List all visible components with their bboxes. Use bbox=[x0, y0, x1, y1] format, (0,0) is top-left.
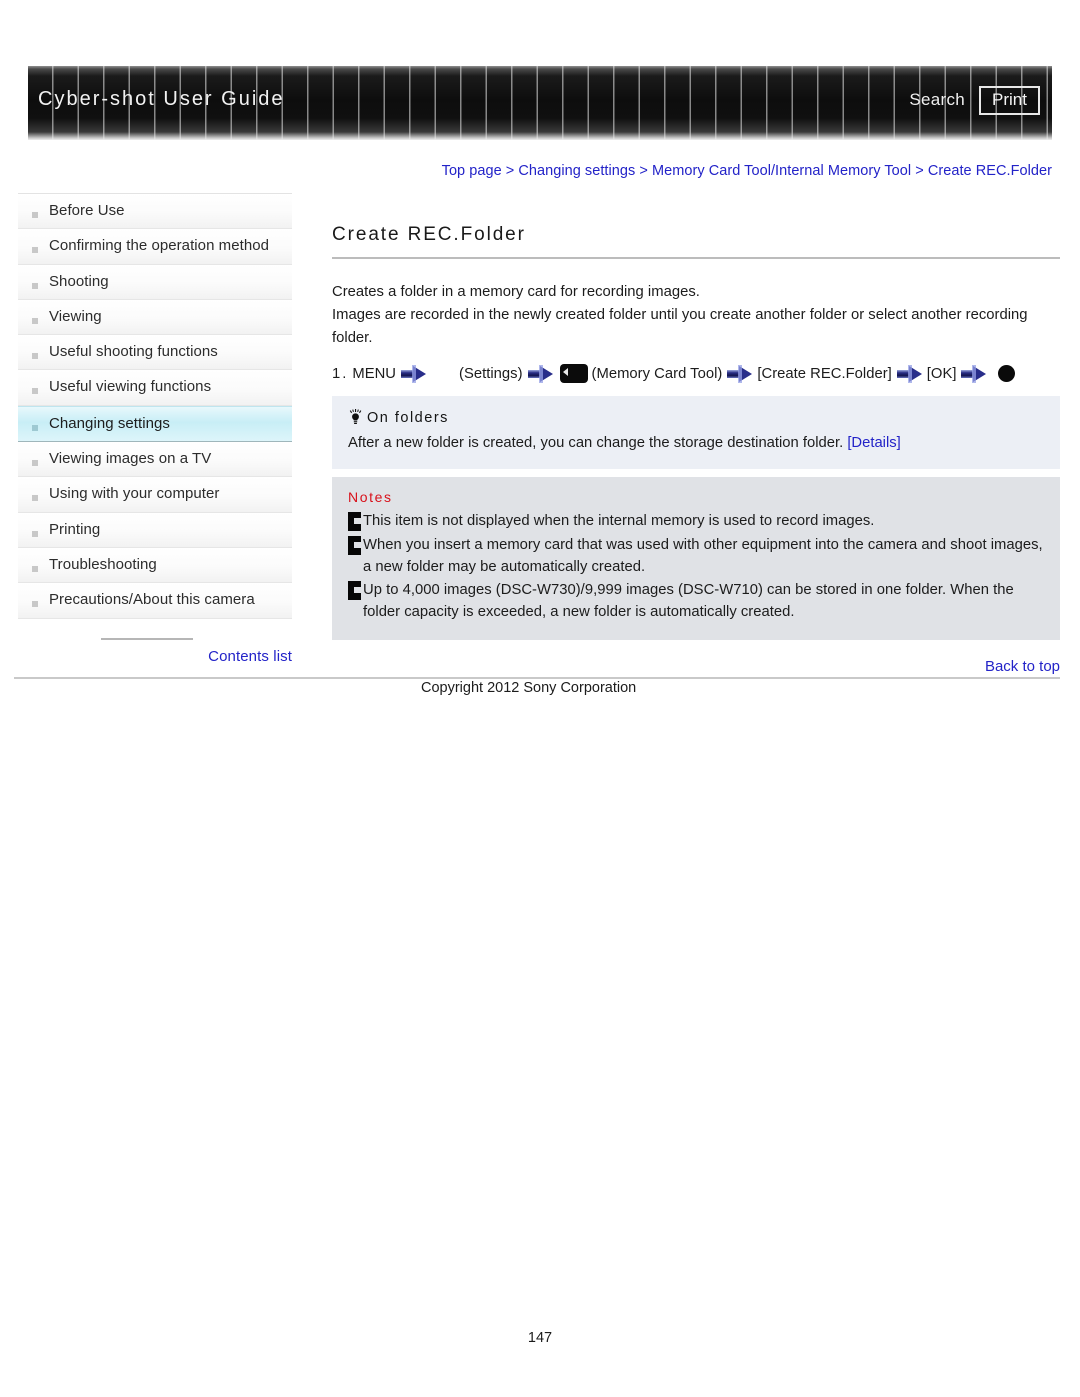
sidebar-item-label: Confirming the operation method bbox=[49, 237, 270, 255]
note-item: Up to 4,000 images (DSC-W730)/9,999 imag… bbox=[348, 579, 1044, 623]
sidebar-divider bbox=[101, 638, 193, 640]
sidebar-item-label: Before Use bbox=[49, 202, 125, 219]
memory-card-tool-label: (Memory Card Tool) bbox=[591, 365, 723, 382]
bullet-icon bbox=[32, 565, 38, 572]
sidebar-item-label: Viewing images on a TV bbox=[49, 450, 212, 468]
bullet-icon bbox=[32, 247, 38, 254]
contents-list-link[interactable]: Contents list bbox=[18, 648, 292, 665]
sidebar-nav: Before Use Confirming the operation meth… bbox=[18, 193, 292, 619]
details-link[interactable]: [Details] bbox=[847, 435, 900, 451]
bullet-icon bbox=[32, 282, 38, 289]
note-text: Up to 4,000 images (DSC-W730)/9,999 imag… bbox=[363, 581, 1014, 621]
sidebar-item-printing[interactable]: Printing bbox=[18, 512, 292, 548]
sidebar-item-troubleshooting[interactable]: Troubleshooting bbox=[18, 547, 292, 584]
sidebar-item-using-with-your-computer[interactable]: Using with your computer bbox=[18, 477, 292, 513]
bullet-icon bbox=[32, 495, 38, 502]
sidebar-item-label: Useful shooting functions bbox=[49, 343, 218, 361]
arrow-right-icon bbox=[527, 364, 553, 383]
tip-heading-row: On folders bbox=[348, 409, 1044, 426]
menu-path-step: 1. MENU (Settings) (Memory Card Tool) [C… bbox=[332, 364, 1060, 384]
bullet-icon bbox=[32, 460, 38, 467]
notes-box: Notes This item is not displayed when th… bbox=[332, 477, 1060, 641]
sidebar-item-label: Viewing bbox=[49, 307, 102, 325]
sidebar-item-label: Printing bbox=[49, 520, 101, 538]
lightbulb-icon bbox=[348, 409, 363, 426]
sidebar-item-changing-settings[interactable]: Changing settings bbox=[18, 405, 292, 443]
sidebar-item-before-use[interactable]: Before Use bbox=[18, 194, 292, 230]
sidebar-item-viewing-images-on-a-tv[interactable]: Viewing images on a TV bbox=[18, 442, 292, 478]
shutter-button-icon bbox=[998, 365, 1016, 383]
menu-label: MENU bbox=[352, 365, 396, 382]
tip-box: On folders After a new folder is created… bbox=[332, 396, 1060, 470]
sidebar-item-label: Using with your computer bbox=[49, 485, 220, 503]
arrow-right-icon bbox=[727, 364, 753, 383]
note-item: This item is not displayed when the inte… bbox=[348, 510, 1044, 532]
page-number: 147 bbox=[527, 1330, 553, 1346]
create-rec-folder-label: [Create REC.Folder] bbox=[757, 365, 892, 382]
arrow-right-icon bbox=[401, 364, 426, 383]
back-to-top-link[interactable]: Back to top bbox=[332, 658, 1060, 675]
sidebar-item-label: Shooting bbox=[49, 272, 109, 290]
bullet-icon bbox=[32, 530, 38, 537]
intro-paragraph-1: Creates a folder in a memory card for re… bbox=[332, 284, 700, 300]
settings-label: (Settings) bbox=[459, 365, 523, 382]
memory-card-icon bbox=[559, 364, 588, 384]
header-actions: Search Print bbox=[909, 86, 1040, 115]
bullet-icon bbox=[32, 317, 38, 324]
sidebar-item-label: Troubleshooting bbox=[49, 555, 157, 573]
note-bullet-icon bbox=[348, 512, 361, 532]
arrow-right-icon bbox=[961, 364, 987, 383]
title-divider bbox=[332, 257, 1060, 259]
arrow-right-icon bbox=[896, 364, 922, 383]
bullet-icon bbox=[32, 601, 38, 608]
print-button[interactable]: Print bbox=[979, 86, 1040, 115]
app-title: Cyber-shot User Guide bbox=[38, 88, 285, 110]
bullet-icon bbox=[32, 424, 38, 431]
sidebar-item-precautions-about-this-camera[interactable]: Precautions/About this camera bbox=[18, 583, 292, 619]
sidebar-item-label: Useful viewing functions bbox=[49, 378, 212, 396]
sidebar-item-label: Precautions/About this camera bbox=[49, 591, 255, 609]
sidebar-item-useful-shooting-functions[interactable]: Useful shooting functions bbox=[18, 335, 292, 371]
page-title: Create REC.Folder bbox=[332, 224, 526, 245]
note-bullet-icon bbox=[348, 580, 361, 600]
sidebar-item-useful-viewing-functions[interactable]: Useful viewing functions bbox=[18, 370, 292, 406]
step-number: 1. bbox=[332, 365, 349, 382]
copyright-text: Copyright 2012 Sony Corporation bbox=[421, 680, 637, 696]
search-button[interactable]: Search bbox=[909, 90, 965, 110]
breadcrumb[interactable]: Top page > Changing settings > Memory Ca… bbox=[392, 163, 1052, 179]
tip-heading: On folders bbox=[367, 409, 449, 426]
notes-heading: Notes bbox=[348, 489, 393, 506]
sidebar-item-label: Changing settings bbox=[49, 414, 170, 432]
note-text: When you insert a memory card that was u… bbox=[363, 536, 1043, 575]
footer-divider bbox=[14, 677, 1060, 679]
app-header: Cyber-shot User Guide Search Print bbox=[28, 66, 1052, 140]
sidebar-item-viewing[interactable]: Viewing bbox=[18, 299, 292, 336]
main-content: Create REC.Folder Creates a folder in a … bbox=[332, 224, 1060, 641]
tip-body: After a new folder is created, you can c… bbox=[348, 432, 1044, 454]
note-text: This item is not displayed when the inte… bbox=[363, 513, 875, 530]
intro-paragraph-2: Images are recorded in the newly created… bbox=[332, 307, 1028, 347]
sidebar-item-confirming-the-operation-method[interactable]: Confirming the operation method bbox=[18, 229, 292, 265]
tip-text: After a new folder is created, you can c… bbox=[348, 435, 844, 452]
sidebar-item-shooting[interactable]: Shooting bbox=[18, 264, 292, 300]
note-item: When you insert a memory card that was u… bbox=[348, 534, 1044, 578]
ok-label: [OK] bbox=[926, 365, 957, 382]
bullet-icon bbox=[32, 388, 38, 395]
bullet-icon bbox=[32, 212, 38, 218]
bullet-icon bbox=[32, 353, 38, 360]
note-bullet-icon bbox=[348, 535, 361, 555]
